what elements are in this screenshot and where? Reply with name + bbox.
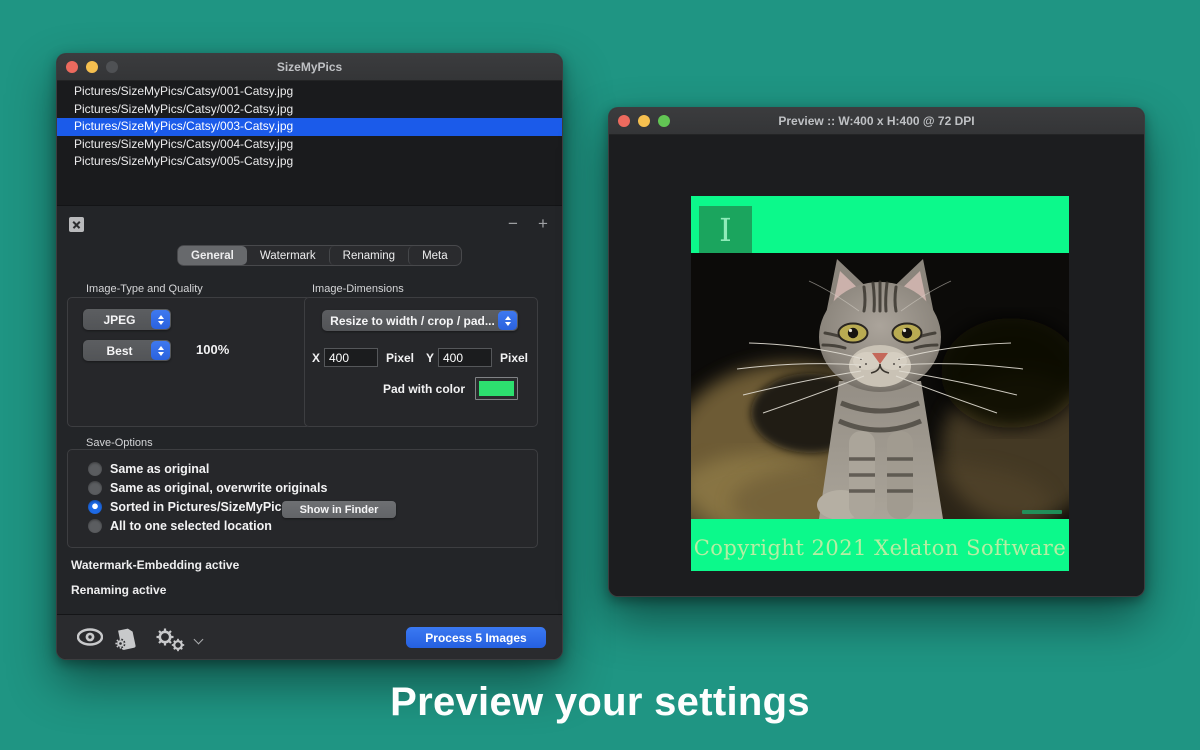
minimize-window-button[interactable] <box>638 115 650 127</box>
settings-panel: − + General Watermark Renaming Meta Imag… <box>57 205 563 616</box>
format-dropdown[interactable]: JPEG <box>83 309 171 330</box>
radio-icon[interactable] <box>88 462 102 476</box>
gears-icon[interactable] <box>153 628 189 652</box>
pad-bar-bottom: Copyright 2021 Xelaton Software <box>691 519 1069 571</box>
resize-mode-dropdown[interactable]: Resize to width / crop / pad... <box>322 310 518 331</box>
show-in-finder-button[interactable]: Show in Finder <box>282 501 396 518</box>
quality-dropdown[interactable]: Best <box>83 340 171 361</box>
quality-percent-label: 100% <box>196 342 229 357</box>
pad-bar-top: I <box>691 196 1069 253</box>
close-window-button[interactable] <box>618 115 630 127</box>
radio-label: Same as original, overwrite originals <box>110 481 327 495</box>
x-label: X <box>312 351 320 365</box>
preview-body: I Copyright 2021 Xelaton Software <box>609 135 1145 597</box>
tab-meta[interactable]: Meta <box>408 246 461 265</box>
process-images-button[interactable]: Process 5 Images <box>406 627 546 648</box>
resize-mode-value: Resize to width / crop / pad... <box>322 314 497 328</box>
group-save-options: Same as original Same as original, overw… <box>67 449 538 548</box>
traffic-lights <box>618 115 670 127</box>
titlebar[interactable]: Preview :: W:400 x H:400 @ 72 DPI <box>609 108 1144 135</box>
preview-window: Preview :: W:400 x H:400 @ 72 DPI <box>608 107 1145 597</box>
tab-general[interactable]: General <box>178 246 247 265</box>
window-title: SizeMyPics <box>277 60 342 74</box>
page-caption: Preview your settings <box>0 680 1200 725</box>
file-list-item[interactable]: Pictures/SizeMyPics/Catsy/005-Catsy.jpg <box>57 153 563 171</box>
pad-with-color-label: Pad with color <box>383 382 465 396</box>
file-list-item[interactable]: Pictures/SizeMyPics/Catsy/001-Catsy.jpg <box>57 83 563 101</box>
sizemypics-window: SizeMyPics Pictures/SizeMyPics/Catsy/001… <box>56 53 563 660</box>
quality-dropdown-value: Best <box>83 344 150 358</box>
radio-sorted-in-pictures[interactable]: Sorted in Pictures/SizeMyPics <box>68 499 289 515</box>
radio-overwrite-originals[interactable]: Same as original, overwrite originals <box>68 480 327 496</box>
traffic-lights <box>66 61 118 73</box>
zoom-window-button[interactable] <box>658 115 670 127</box>
tab-watermark[interactable]: Watermark <box>247 246 329 265</box>
minus-icon[interactable]: − <box>503 214 523 234</box>
zoom-window-button-disabled <box>106 61 118 73</box>
radio-icon-selected[interactable] <box>88 500 102 514</box>
close-window-button[interactable] <box>66 61 78 73</box>
cat-illustration <box>691 253 1069 519</box>
plus-icon[interactable]: + <box>533 214 553 234</box>
watermark-initial: I <box>719 214 732 246</box>
file-list-item-selected[interactable]: Pictures/SizeMyPics/Catsy/003-Catsy.jpg <box>57 118 563 136</box>
radio-label: All to one selected location <box>110 519 272 533</box>
titlebar[interactable]: SizeMyPics <box>57 54 562 81</box>
pad-color-swatch <box>479 381 514 396</box>
tab-renaming[interactable]: Renaming <box>329 246 408 265</box>
eye-icon[interactable] <box>77 628 103 646</box>
preview-image: I Copyright 2021 Xelaton Software <box>691 196 1069 571</box>
radio-icon[interactable] <box>88 519 102 533</box>
status-renaming-active: Renaming active <box>71 583 166 597</box>
bottom-toolbar: Process 5 Images <box>57 614 563 659</box>
chevron-down-icon[interactable] <box>194 635 204 645</box>
y-label: Y <box>426 351 434 365</box>
settings-tabbar: General Watermark Renaming Meta <box>177 245 462 266</box>
height-input[interactable] <box>438 348 492 367</box>
document-gear-icon[interactable] <box>113 628 137 650</box>
cat-photo <box>691 253 1069 519</box>
radio-same-as-original[interactable]: Same as original <box>68 461 209 477</box>
group-label-save-options: Save-Options <box>86 437 153 449</box>
photo-corner-watermark <box>1022 510 1062 514</box>
file-list[interactable]: Pictures/SizeMyPics/Catsy/001-Catsy.jpg … <box>57 81 563 205</box>
format-dropdown-value: JPEG <box>83 313 150 327</box>
y-unit-label: Pixel <box>500 351 528 365</box>
copyright-watermark-text: Copyright 2021 Xelaton Software <box>694 530 1067 560</box>
radio-icon[interactable] <box>88 481 102 495</box>
group-label-image-dimensions: Image-Dimensions <box>312 283 404 295</box>
radio-one-selected-location[interactable]: All to one selected location <box>68 518 272 534</box>
stepper-chevrons-icon <box>151 310 170 329</box>
close-icon[interactable] <box>69 217 84 232</box>
minimize-window-button[interactable] <box>86 61 98 73</box>
x-unit-label: Pixel <box>386 351 414 365</box>
file-list-item[interactable]: Pictures/SizeMyPics/Catsy/004-Catsy.jpg <box>57 136 563 154</box>
radio-label: Same as original <box>110 462 209 476</box>
group-image-dimensions: Resize to width / crop / pad... X Pixel … <box>304 297 538 427</box>
desktop-background: SizeMyPics Pictures/SizeMyPics/Catsy/001… <box>0 0 1200 750</box>
file-list-item[interactable]: Pictures/SizeMyPics/Catsy/002-Catsy.jpg <box>57 101 563 119</box>
radio-label: Sorted in Pictures/SizeMyPics <box>110 500 289 514</box>
width-input[interactable] <box>324 348 378 367</box>
status-watermark-active: Watermark-Embedding active <box>71 558 239 572</box>
group-image-type-quality: JPEG Best 100% <box>67 297 311 427</box>
pad-color-well[interactable] <box>475 377 518 400</box>
watermark-square: I <box>699 206 752 253</box>
stepper-chevrons-icon <box>151 341 170 360</box>
group-label-image-type: Image-Type and Quality <box>86 283 203 295</box>
stepper-chevrons-icon <box>498 311 517 330</box>
window-title: Preview :: W:400 x H:400 @ 72 DPI <box>778 114 974 128</box>
